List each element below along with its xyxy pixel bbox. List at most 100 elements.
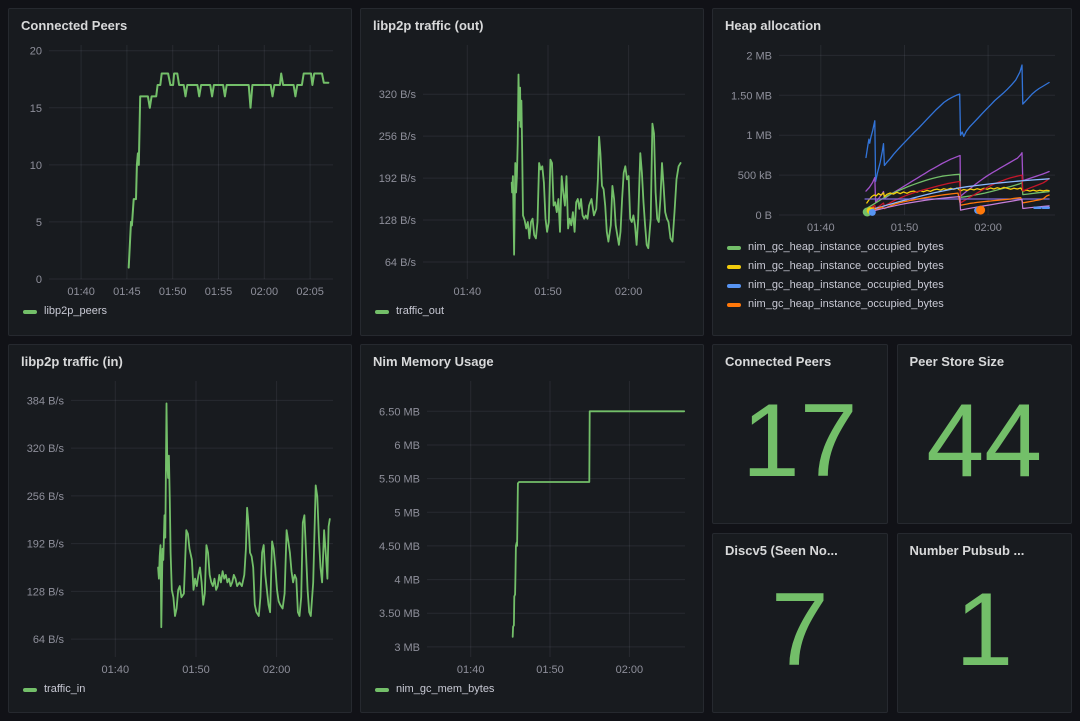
series-point — [976, 206, 985, 215]
y-tick-label: 192 B/s — [379, 173, 417, 185]
legend-item[interactable]: nim_gc_heap_instance_occupied_bytes — [727, 260, 1061, 273]
x-tick-label: 02:00 — [615, 286, 643, 298]
plot-area[interactable]: 3 MB3.50 MB4 MB4.50 MB5 MB5.50 MB6 MB6.5… — [371, 373, 693, 679]
legend-label[interactable]: traffic_out — [396, 305, 444, 318]
y-tick-label: 0 B — [755, 210, 772, 222]
legend-item[interactable]: nim_gc_heap_instance_occupied_bytes — [727, 241, 1061, 254]
y-tick-label: 128 B/s — [27, 586, 65, 598]
plot-area[interactable]: 0510152001:4001:4501:5001:5502:0002:05 — [19, 37, 341, 301]
stat-panel-peer-store-size: Peer Store Size 44 — [897, 344, 1073, 524]
dashboard: Connected Peers 0510152001:4001:4501:500… — [0, 0, 1080, 721]
y-tick-label: 6.50 MB — [379, 406, 420, 418]
y-tick-label: 5 MB — [394, 507, 420, 519]
x-tick-label: 01:45 — [113, 286, 141, 298]
stats-grid: Connected Peers 17 Peer Store Size 44 Di… — [712, 344, 1072, 713]
plot-area[interactable]: 64 B/s128 B/s192 B/s256 B/s320 B/s384 B/… — [19, 373, 341, 679]
legend-label[interactable]: nim_gc_heap_instance_occupied_bytes — [748, 241, 944, 254]
y-tick-label: 64 B/s — [33, 634, 65, 646]
series-swatch — [375, 310, 389, 314]
x-tick-label: 01:40 — [457, 664, 485, 676]
y-tick-label: 20 — [30, 46, 42, 58]
x-tick-label: 01:55 — [205, 286, 233, 298]
panel-nim-memory-usage: Nim Memory Usage 3 MB3.50 MB4 MB4.50 MB5… — [360, 344, 704, 713]
legend-label[interactable]: traffic_in — [44, 683, 85, 696]
panel-title[interactable]: Connected Peers — [19, 15, 341, 37]
y-tick-label: 2 MB — [746, 50, 772, 62]
plot-area[interactable]: 64 B/s 128 B/s 192 B/s 256 B/s 320 B/s 01:40 0… — [371, 37, 693, 301]
stat-title[interactable]: Peer Store Size — [908, 351, 1062, 373]
panel-libp2p-traffic-in: libp2p traffic (in) 64 B/s 128 B/s 192 B/s… — [8, 344, 352, 713]
stat-title[interactable]: Number Pubsub ... — [908, 540, 1062, 562]
x-tick-label: 02:00 — [251, 286, 279, 298]
series-line-traffic_out — [512, 75, 681, 255]
panel-title[interactable]: Heap allocation — [723, 15, 1061, 37]
panel-heap-allocation: Heap allocation 0 B 500 kB 1 MB 1.50 MB 2 MB… — [712, 8, 1072, 336]
series-line-heap-blue — [866, 65, 1049, 182]
series-swatch — [727, 303, 741, 307]
legend-item[interactable]: traffic_out — [375, 305, 693, 318]
y-tick-label: 10 — [30, 160, 42, 172]
panel-title[interactable]: Nim Memory Usage — [371, 351, 693, 373]
y-tick-label: 320 B/s — [27, 443, 65, 455]
stat-value: 1 — [908, 562, 1062, 706]
legend-label[interactable]: libp2p_peers — [44, 305, 107, 318]
series-line-libp2p_peers — [129, 74, 329, 268]
x-tick-label: 01:40 — [807, 222, 835, 234]
legend-label[interactable]: nim_gc_heap_instance_occupied_bytes — [748, 260, 944, 273]
stat-panel-discv5-seen-nodes: Discv5 (Seen No... 7 — [712, 533, 888, 713]
legend: traffic_in — [19, 679, 341, 696]
legend-label[interactable]: nim_gc_mem_bytes — [396, 683, 494, 696]
panel-title[interactable]: libp2p traffic (in) — [19, 351, 341, 373]
y-tick-label: 320 B/s — [379, 89, 417, 101]
legend-item[interactable]: libp2p_peers — [23, 305, 341, 318]
x-tick-label: 01:50 — [891, 222, 919, 234]
legend: nim_gc_mem_bytes — [371, 679, 693, 696]
x-tick-label: 01:50 — [534, 286, 562, 298]
panel-libp2p-traffic-out: libp2p traffic (out) 64 B/s 128 B/s 192 B/… — [360, 8, 704, 336]
plot-area[interactable]: 0 B 500 kB 1 MB 1.50 MB 2 MB 01:40 01:50 02:00 — [723, 37, 1061, 237]
x-tick-label: 02:00 — [974, 222, 1002, 234]
y-tick-label: 128 B/s — [379, 215, 417, 227]
panel-title[interactable]: libp2p traffic (out) — [371, 15, 693, 37]
series-point — [869, 209, 876, 216]
series-swatch — [727, 284, 741, 288]
y-tick-label: 15 — [30, 103, 42, 115]
stat-value: 17 — [723, 373, 877, 517]
y-tick-label: 4.50 MB — [379, 541, 420, 553]
y-tick-label: 5 — [36, 217, 42, 229]
series-line-traffic_in — [158, 403, 330, 627]
stat-value: 7 — [723, 562, 877, 706]
x-tick-label: 01:40 — [454, 286, 482, 298]
y-tick-label: 3.50 MB — [379, 608, 420, 620]
y-tick-label: 3 MB — [394, 642, 420, 654]
stat-value: 44 — [908, 373, 1062, 517]
legend-label[interactable]: nim_gc_heap_instance_occupied_bytes — [748, 298, 944, 311]
legend: libp2p_peers — [19, 301, 341, 318]
x-tick-label: 01:40 — [102, 664, 130, 676]
y-tick-label: 192 B/s — [27, 539, 65, 551]
series-swatch — [375, 688, 389, 692]
series-swatch — [727, 246, 741, 250]
legend: nim_gc_heap_instance_occupied_bytes nim_… — [723, 237, 1061, 311]
legend-item[interactable]: nim_gc_heap_instance_occupied_bytes — [727, 298, 1061, 311]
y-tick-label: 500 kB — [738, 170, 772, 182]
x-tick-label: 02:05 — [296, 286, 324, 298]
panel-connected-peers-graph: Connected Peers 0510152001:4001:4501:500… — [8, 8, 352, 336]
legend: traffic_out — [371, 301, 693, 318]
stat-title[interactable]: Discv5 (Seen No... — [723, 540, 877, 562]
legend-label[interactable]: nim_gc_heap_instance_occupied_bytes — [748, 279, 944, 292]
stat-panel-number-pubsub: Number Pubsub ... 1 — [897, 533, 1073, 713]
legend-item[interactable]: nim_gc_heap_instance_occupied_bytes — [727, 279, 1061, 292]
y-tick-label: 5.50 MB — [379, 474, 420, 486]
x-tick-label: 01:40 — [67, 286, 95, 298]
y-tick-label: 6 MB — [394, 440, 420, 452]
series-swatch — [727, 265, 741, 269]
y-tick-label: 256 B/s — [379, 131, 417, 143]
y-tick-label: 1.50 MB — [731, 90, 772, 102]
stat-title[interactable]: Connected Peers — [723, 351, 877, 373]
legend-item[interactable]: nim_gc_mem_bytes — [375, 683, 693, 696]
legend-item[interactable]: traffic_in — [23, 683, 341, 696]
y-tick-label: 64 B/s — [385, 257, 417, 269]
x-tick-label: 01:50 — [536, 664, 564, 676]
y-tick-label: 1 MB — [746, 130, 772, 142]
